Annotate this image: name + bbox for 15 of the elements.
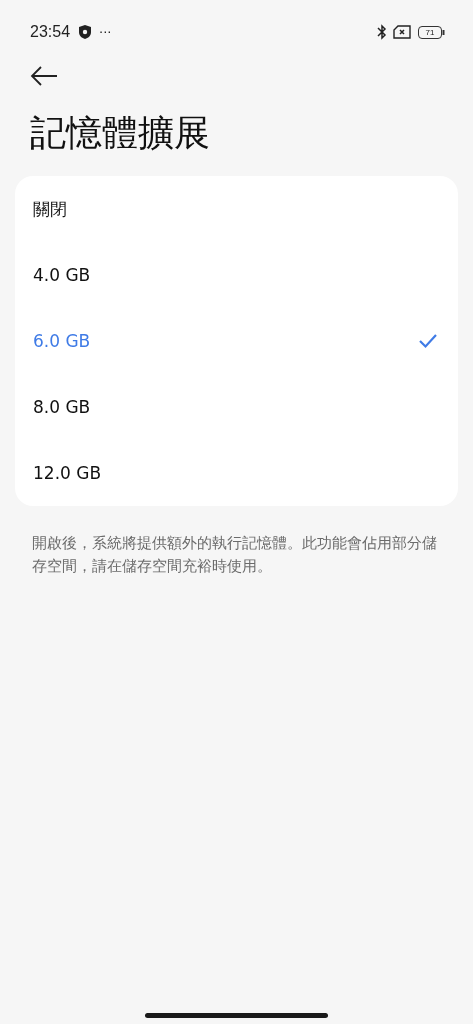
option-item[interactable]: 8.0 GB	[15, 374, 458, 440]
check-icon	[418, 333, 438, 349]
option-item[interactable]: 12.0 GB	[15, 440, 458, 506]
shield-icon	[79, 25, 92, 39]
status-time: 23:54	[30, 23, 71, 41]
description-text: 開啟後，系統將提供額外的執行記憶體。此功能會佔用部分儲存空間，請在儲存空間充裕時使用。	[32, 534, 438, 576]
option-item[interactable]: 關閉	[15, 176, 458, 242]
bluetooth-icon	[377, 24, 387, 40]
option-item[interactable]: 4.0 GB	[15, 242, 458, 308]
back-arrow-icon[interactable]	[30, 66, 58, 86]
battery-icon: 71	[418, 25, 445, 39]
no-sim-icon	[393, 25, 412, 39]
page-title: 記憶體擴展	[30, 111, 211, 155]
option-item[interactable]: 6.0 GB	[15, 308, 458, 374]
more-notifications: ···	[99, 24, 112, 40]
